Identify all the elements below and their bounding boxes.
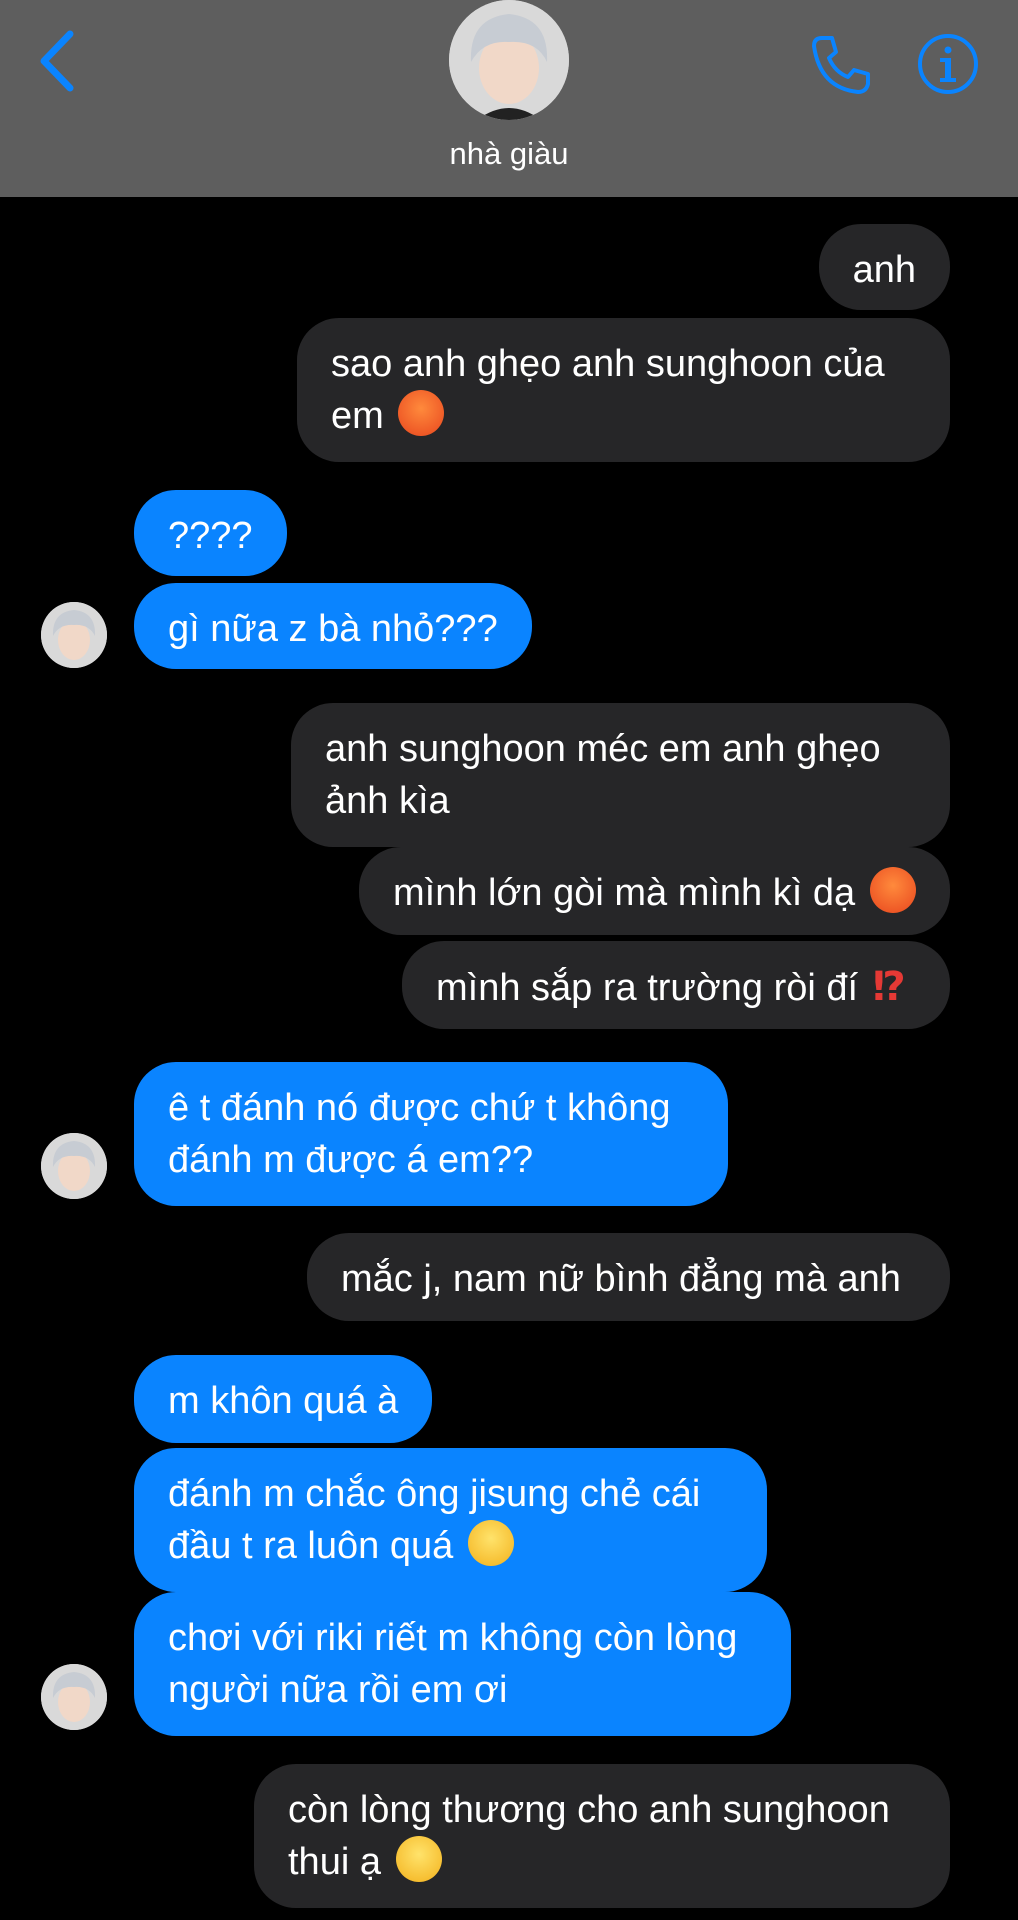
sent-message[interactable]: sao anh ghẹo anh sunghoon của em [297, 318, 950, 462]
sent-message[interactable]: mình lớn gòi mà mình kì dạ [359, 847, 950, 935]
message-text: chơi với riki riết m không còn lòng ngườ… [168, 1617, 738, 1711]
kissing-face-icon [395, 1836, 442, 1882]
received-message[interactable]: ê t đánh nó được chứ t không đánh m được… [134, 1062, 728, 1206]
sent-message[interactable]: anh sunghoon méc em anh ghẹo ảnh kìa [291, 703, 950, 847]
phone-icon [812, 36, 870, 94]
message-text: ???? [168, 515, 253, 557]
message-text: anh sunghoon méc em anh ghẹo ảnh kìa [325, 728, 881, 822]
contact-avatar[interactable] [449, 0, 569, 120]
info-icon [918, 34, 978, 94]
chat-header: nhà giàu [0, 0, 1018, 197]
message-text: đánh m chắc ông jisung chẻ cái đầu t ra … [168, 1473, 701, 1567]
contact-name[interactable]: nhà giàu [0, 136, 1018, 172]
message-text: mình lớn gòi mà mình kì dạ [393, 872, 856, 914]
contact-avatar-small[interactable] [41, 602, 107, 668]
angry-face-icon [398, 390, 445, 436]
call-button[interactable] [808, 32, 874, 98]
message-text: còn lòng thương cho anh sunghoon thui ạ [288, 1789, 890, 1883]
received-message[interactable]: gì nữa z bà nhỏ??? [134, 583, 532, 669]
sent-message[interactable]: còn lòng thương cho anh sunghoon thui ạ [254, 1764, 950, 1908]
received-message[interactable]: đánh m chắc ông jisung chẻ cái đầu t ra … [134, 1448, 767, 1592]
message-text: gì nữa z bà nhỏ??? [168, 608, 498, 650]
message-text: ê t đánh nó được chứ t không đánh m được… [168, 1087, 671, 1181]
message-text: mình sắp ra trường ròi đí [436, 967, 859, 1009]
angry-face-icon [869, 867, 916, 913]
contact-avatar-small[interactable] [41, 1664, 107, 1730]
chevron-left-icon [40, 30, 74, 92]
info-button[interactable] [916, 32, 980, 96]
sent-message[interactable]: anh [818, 224, 950, 310]
sent-message[interactable]: mắc j, nam nữ bình đẳng mà anh [307, 1233, 950, 1321]
received-message[interactable]: m khôn quá à [134, 1355, 433, 1443]
message-text: anh [852, 249, 916, 291]
smiling-face-icon [467, 1520, 514, 1566]
sent-message[interactable]: mình sắp ra trường ròi đí ⁉ [402, 941, 950, 1029]
exclamation-question-icon: ⁉ [872, 965, 906, 1009]
back-button[interactable] [30, 24, 90, 104]
received-message[interactable]: chơi với riki riết m không còn lòng ngườ… [134, 1592, 791, 1736]
message-text: mắc j, nam nữ bình đẳng mà anh [341, 1258, 901, 1300]
received-message[interactable]: ???? [134, 490, 287, 576]
contact-avatar-small[interactable] [41, 1133, 107, 1199]
message-text: m khôn quá à [168, 1380, 399, 1422]
